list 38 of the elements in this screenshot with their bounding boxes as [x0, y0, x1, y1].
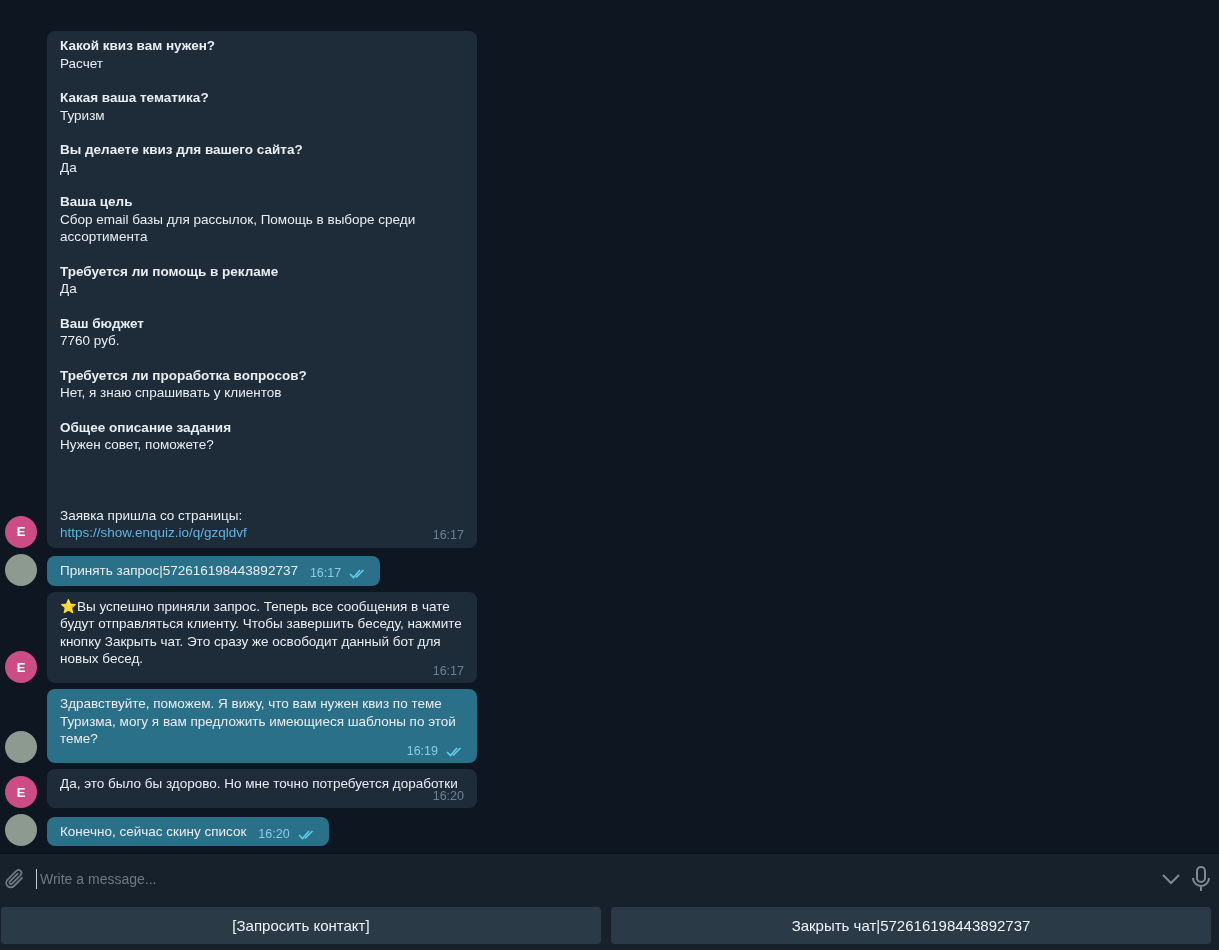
answer-text: Туризм: [60, 106, 106, 124]
message-text: Да, это было бы здорово. Но мне точно потребуется доработки: [60, 776, 458, 791]
question-text: Общее описание задания: [60, 418, 232, 436]
avatar: E: [5, 776, 37, 808]
answer-text: Расчет: [60, 54, 104, 72]
question-text: Ваш бюджет: [60, 314, 144, 332]
question-text: Какая ваша тематика?: [60, 89, 209, 107]
question-text: Требуется ли проработка вопросов?: [60, 366, 307, 384]
chevron-down-icon[interactable]: [1161, 873, 1181, 885]
message-input[interactable]: Write a message...: [36, 869, 1151, 889]
question-text: Требуется ли помощь в рекламе: [60, 262, 279, 280]
question-text: Ваша цель: [60, 193, 134, 211]
paperclip-icon[interactable]: [4, 867, 26, 891]
message-text: Принять запрос|572616198443892737: [60, 563, 298, 578]
question-text: Какой квиз вам нужен?: [60, 37, 216, 55]
message-composer[interactable]: Write a message...: [0, 853, 1219, 904]
photo-placeholder: [5, 731, 37, 763]
page-link[interactable]: https://show.enquiz.io/q/gzqldvf: [60, 524, 247, 542]
answer-text: Сбор email базы для рассылок, Помощь в выборе среди ассортимента: [60, 210, 417, 246]
answer-text: Да: [60, 280, 78, 298]
microphone-icon[interactable]: [1191, 866, 1211, 892]
photo-placeholder: [5, 553, 37, 586]
message-time: 16:17: [432, 527, 464, 544]
answer-text: Нужен совет, поможете?: [60, 436, 215, 454]
message-text: Заявка пришла со страницы:: [60, 506, 243, 524]
message-time: 16:20: [258, 825, 290, 843]
avatar: E: [5, 651, 37, 683]
keyboard-button[interactable]: [Запросить контакт]: [1, 907, 601, 944]
answer-text: 7760 руб.: [60, 332, 121, 350]
answer-text: Да: [60, 158, 78, 176]
answer-text: Нет, я знаю спрашивать у клиентов: [60, 384, 283, 402]
message-text: Конечно, сейчас скину список: [60, 823, 247, 839]
avatar: E: [5, 515, 37, 548]
message-time: 16:20: [432, 788, 464, 805]
photo-placeholder: [5, 814, 37, 846]
message-time: 16:17: [309, 565, 342, 582]
keyboard-button[interactable]: Закрыть чат|572616198443892737: [611, 907, 1211, 944]
question-text: Вы делаете квиз для вашего сайта?: [60, 141, 303, 159]
